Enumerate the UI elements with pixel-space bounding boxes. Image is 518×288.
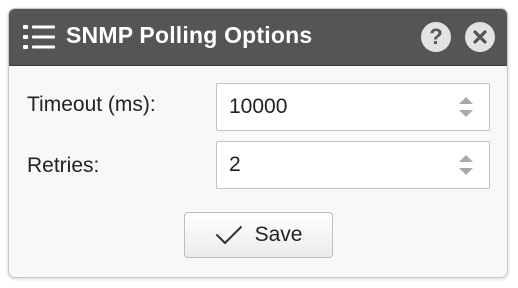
retries-input[interactable]	[229, 142, 439, 188]
close-icon	[473, 30, 487, 44]
timeout-label: Timeout (ms):	[27, 93, 156, 116]
retries-stepper[interactable]	[216, 141, 490, 189]
spinner-arrows-icon[interactable]	[457, 152, 475, 178]
close-button[interactable]	[465, 22, 495, 52]
save-label: Save	[254, 223, 303, 246]
dialog-title: SNMP Polling Options	[66, 22, 313, 48]
timeout-stepper[interactable]	[216, 83, 490, 131]
help-button[interactable]: ?	[421, 22, 451, 52]
dialog-titlebar: SNMP Polling Options ?	[9, 9, 507, 66]
timeout-input[interactable]	[229, 84, 439, 130]
help-icon: ?	[429, 24, 443, 49]
spinner-arrows-icon[interactable]	[457, 94, 475, 120]
checkmark-icon	[215, 226, 242, 244]
snmp-polling-dialog: SNMP Polling Options ? Timeout (ms): Ret…	[8, 8, 508, 278]
list-icon[interactable]	[23, 24, 55, 50]
save-button[interactable]: Save	[184, 212, 333, 258]
retries-label: Retries:	[27, 154, 100, 177]
